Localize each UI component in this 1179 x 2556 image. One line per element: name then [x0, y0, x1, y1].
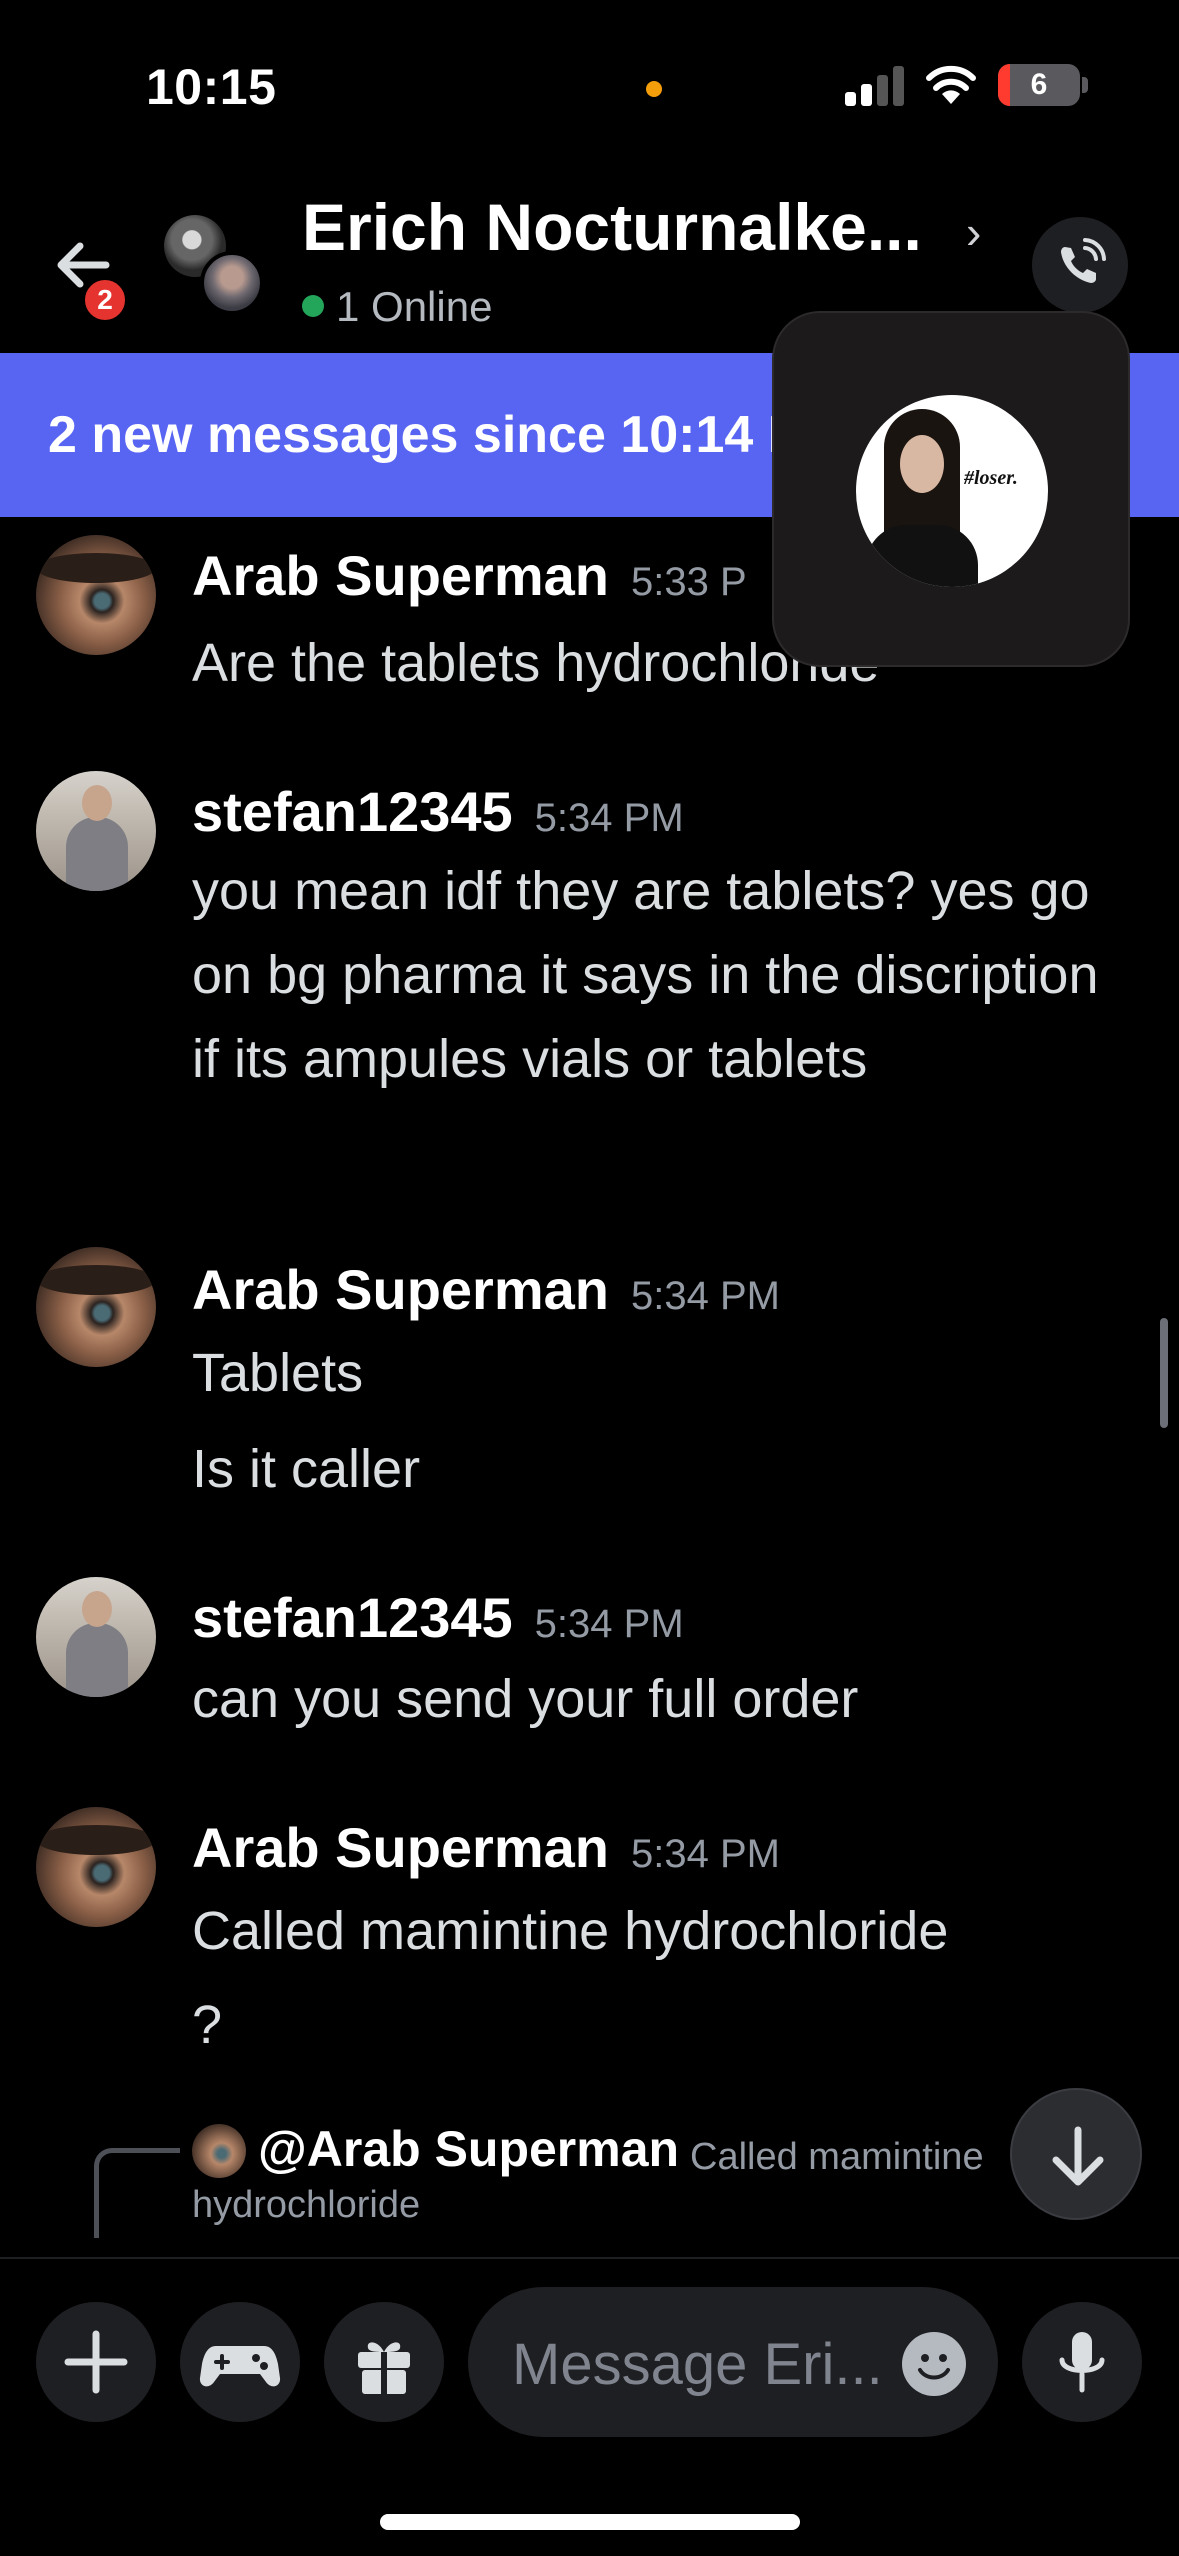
avatar[interactable] [36, 771, 156, 891]
message-text: Is it caller [192, 1439, 421, 1499]
message-author[interactable]: Arab Superman [192, 1258, 609, 1321]
message-text: you mean idf they are tablets? yes go on… [192, 861, 1099, 1089]
reply-connector [94, 2148, 180, 2238]
message-input[interactable]: Message Eri... [468, 2287, 998, 2437]
battery-level: 6 [1030, 68, 1048, 101]
message-author[interactable]: Arab Superman [192, 544, 609, 607]
message-text: Called mamintine hydrochloride [192, 1901, 949, 1961]
arrow-down-icon [1052, 2126, 1104, 2186]
message: Arab Superman 5:34 PM Called mamintine hy… [0, 1793, 1179, 2103]
message-timestamp: 5:34 PM [631, 1832, 780, 1876]
composer-bar: Message Eri... [0, 2257, 1179, 2556]
message-text: Tablets [192, 1343, 364, 1403]
group-avatar[interactable] [164, 215, 274, 315]
gift-icon [358, 2342, 410, 2394]
new-messages-text: 2 new messages since 10:14 P [48, 406, 803, 464]
microphone-icon [1059, 2332, 1105, 2393]
channel-title[interactable]: Erich Nocturnalke... [302, 189, 922, 265]
scrollbar[interactable] [1160, 1318, 1168, 1428]
message: Arab Superman 5:34 PM Tablets Is it calle… [0, 1237, 1179, 1537]
message-list[interactable]: Arab Superman 5:33 P Are the tablets hydr… [0, 517, 1179, 2257]
reply-snippet[interactable]: Called mamintine [690, 2136, 984, 2179]
avatar [192, 2124, 246, 2178]
emoji-button[interactable] [902, 2332, 966, 2396]
voice-call-button[interactable] [1032, 217, 1128, 313]
gift-button[interactable] [324, 2302, 444, 2422]
add-attachment-button[interactable] [36, 2302, 156, 2422]
jump-to-bottom-button[interactable] [1010, 2088, 1142, 2220]
avatar [200, 251, 264, 315]
message-text: ? [192, 1995, 223, 2055]
avatar[interactable] [36, 1807, 156, 1927]
voice-message-button[interactable] [1022, 2302, 1142, 2422]
reply-mention[interactable]: @Arab Superman [258, 2120, 679, 2178]
gamepad-icon [199, 2346, 281, 2387]
emoji-icon [918, 2354, 950, 2380]
avatar[interactable] [36, 1247, 156, 1367]
wifi-icon [925, 62, 977, 106]
reply-snippet[interactable]: hydrochloride [192, 2184, 420, 2227]
chevron-right-icon[interactable]: › [966, 205, 981, 259]
battery-icon: 6 [998, 64, 1080, 106]
cellular-signal-icon [845, 66, 907, 106]
message-timestamp: 5:34 PM [534, 1602, 684, 1646]
phone-icon [1061, 238, 1106, 283]
avatar: #loser. [856, 395, 1048, 587]
status-time: 10:15 [146, 59, 277, 115]
avatar[interactable] [36, 535, 156, 655]
picture-in-picture-call[interactable]: #loser. [772, 311, 1130, 667]
online-count: 1 Online [336, 283, 493, 330]
message-author[interactable]: stefan12345 [192, 780, 513, 843]
message-timestamp: 5:33 P [631, 560, 747, 604]
online-status-dot [302, 295, 324, 317]
message-input-placeholder: Message Eri... [512, 2332, 883, 2397]
message-timestamp: 5:34 PM [534, 796, 684, 840]
message-author[interactable]: Arab Superman [192, 1816, 609, 1879]
activities-button[interactable] [180, 2302, 300, 2422]
plus-icon [64, 2330, 128, 2394]
status-bar: 10:15 6 [0, 0, 1179, 175]
avatar[interactable] [36, 1577, 156, 1697]
message-text: can you send your full order [192, 1669, 859, 1729]
message: stefan12345 5:34 PM can you send your ful… [0, 1565, 1179, 1765]
home-indicator[interactable] [380, 2514, 800, 2530]
pip-avatar-text: #loser. [964, 467, 1018, 489]
message: stefan12345 5:34 PM you mean idf they are… [0, 757, 1179, 1207]
message-timestamp: 5:34 PM [631, 1274, 780, 1318]
recording-indicator-dot [646, 81, 662, 97]
unread-badge: 2 [80, 275, 130, 325]
message-author[interactable]: stefan12345 [192, 1586, 513, 1649]
